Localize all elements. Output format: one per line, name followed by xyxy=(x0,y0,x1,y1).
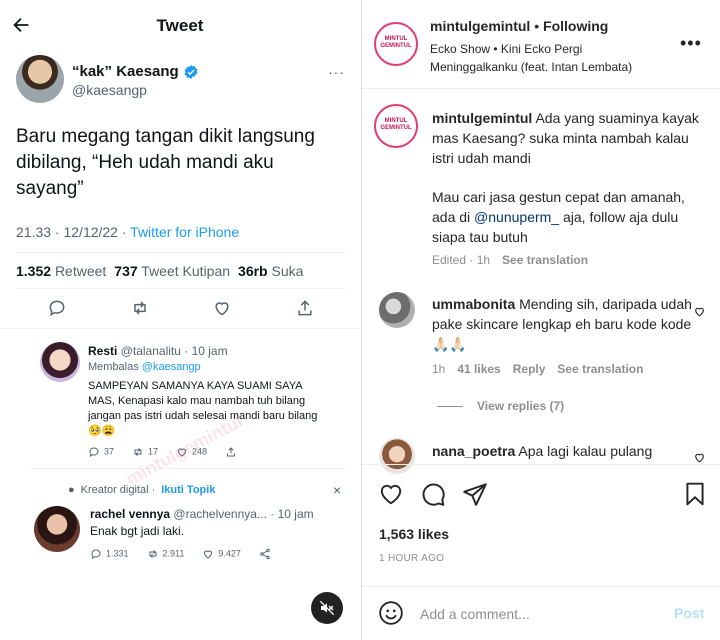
comment: nana_poetra Apa lagi kalau pulang xyxy=(432,443,653,459)
avatar[interactable]: MINTUL GEMINTUL xyxy=(374,22,418,66)
avatar[interactable]: MINTUL GEMINTUL xyxy=(374,104,418,148)
share-icon[interactable] xyxy=(295,298,315,318)
comment-time: 1h xyxy=(432,362,446,376)
like-icon[interactable] xyxy=(212,298,232,318)
likes-count[interactable]: 1,563 likes xyxy=(379,526,449,542)
like-icon[interactable] xyxy=(378,481,404,507)
divider xyxy=(362,586,720,587)
close-icon[interactable]: × xyxy=(333,482,341,498)
reply-retweet-count[interactable]: 2.911 xyxy=(147,548,184,560)
comment: ummabonita Mending sih, daripada udah pa… xyxy=(432,296,692,352)
post-caption-continued: Mau cari jasa gestun cepat dan amanah, a… xyxy=(432,189,685,245)
retweet-icon[interactable] xyxy=(130,298,150,318)
divider xyxy=(437,405,463,407)
reply-avatar[interactable] xyxy=(40,342,80,382)
share-icon[interactable] xyxy=(225,446,237,458)
tweet-text: Baru megang tangan dikit langsung dibila… xyxy=(16,126,315,199)
like-comment-icon[interactable] xyxy=(693,451,706,464)
reply-icon xyxy=(91,549,101,560)
retweet-icon xyxy=(149,550,157,558)
retweet-icon xyxy=(134,448,142,456)
divider xyxy=(0,328,360,329)
author-username[interactable]: mintulgemintul xyxy=(430,18,530,34)
divider xyxy=(16,288,346,289)
view-replies-label: View replies (7) xyxy=(477,399,565,413)
comment-likes[interactable]: 41 likes xyxy=(457,362,500,376)
comment-box: Post xyxy=(362,588,720,640)
account-logo-text: MINTUL GEMINTUL xyxy=(380,118,412,131)
tweet-time: 21.33 · 12/12/22 · xyxy=(16,224,131,240)
reply-reply-count[interactable]: 1.331 xyxy=(90,548,129,560)
post-button[interactable]: Post xyxy=(674,605,704,621)
post-caption: mintulgemintul Ada yang suaminya kayak m… xyxy=(432,110,699,166)
reply-icon xyxy=(89,447,99,458)
tweet-timestamp: 21.33 · 12/12/22 · Twitter for iPhone xyxy=(16,224,239,240)
more-options-icon[interactable]: ··· xyxy=(328,64,345,80)
follow-topic-link[interactable]: Ikuti Topik xyxy=(161,484,215,496)
like-comment-icon[interactable] xyxy=(693,305,706,318)
following-status[interactable]: Following xyxy=(543,18,608,34)
reply-author[interactable]: rachel vennya @rachelvennya... · 10 jam xyxy=(90,507,314,521)
caption-meta: Edited · 1h See translation xyxy=(432,253,588,267)
author-name-text: “kak” Kaesang xyxy=(72,63,179,80)
divider xyxy=(16,252,346,253)
author-handle[interactable]: @kaesangp xyxy=(72,82,147,98)
verified-badge-icon xyxy=(184,64,198,79)
audio-track-link[interactable]: Ecko Show • Kini Ecko Pergi Meninggalkan… xyxy=(430,40,660,76)
replying-to: Membalas @kaesangp xyxy=(88,361,201,373)
mute-icon xyxy=(319,600,335,616)
more-options-icon[interactable]: ••• xyxy=(680,33,702,54)
caption-time: Edited · 1h xyxy=(432,253,491,267)
reply-avatar[interactable] xyxy=(34,506,80,552)
share-icon[interactable] xyxy=(462,481,488,507)
tweet-actions xyxy=(16,298,346,318)
account-logo-text: MINTUL GEMINTUL xyxy=(380,36,412,49)
retweet-count[interactable]: 1.352 Retweet xyxy=(16,263,106,279)
avatar[interactable] xyxy=(379,292,415,328)
reply-author[interactable]: Resti @talanalitu · 10 jam xyxy=(88,344,228,358)
avatar[interactable] xyxy=(379,438,415,474)
comment-icon[interactable] xyxy=(420,481,446,507)
instagram-panel: MINTUL GEMINTUL mintulgemintul • Followi… xyxy=(361,0,720,640)
divider xyxy=(28,468,346,469)
reply-icon[interactable] xyxy=(47,298,67,318)
like-count[interactable]: 36rb Suka xyxy=(238,263,303,279)
comment-input[interactable] xyxy=(420,603,650,625)
see-translation-button[interactable]: See translation xyxy=(557,362,643,376)
author-name[interactable]: “kak” Kaesang xyxy=(72,63,199,80)
comment-username[interactable]: nana_poetra xyxy=(432,443,515,459)
comment-username[interactable]: ummabonita xyxy=(432,296,515,312)
divider xyxy=(362,88,720,89)
tweet-panel: Tweet “kak” Kaesang @kaesangp ··· Baru m… xyxy=(0,0,360,640)
topic-suggestion: ● Kreator digital · Ikuti Topik xyxy=(68,484,216,496)
share-icon[interactable] xyxy=(259,548,271,560)
reply-actions: 1.331 2.911 9.427 xyxy=(90,548,275,560)
post-actions xyxy=(378,481,708,509)
mention-link[interactable]: @nunuperm_ xyxy=(474,209,559,225)
quote-count[interactable]: 737 Tweet Kutipan xyxy=(114,263,230,279)
avatar[interactable] xyxy=(16,55,64,103)
like-icon xyxy=(204,550,213,559)
topic-label: Kreator digital · xyxy=(80,484,156,496)
reply-reply-count[interactable]: 37 xyxy=(88,446,114,458)
caption-username[interactable]: mintulgemintul xyxy=(432,110,532,126)
reply-text: Enak bgt jadi laki. xyxy=(90,524,185,538)
see-translation-button[interactable]: See translation xyxy=(502,253,588,267)
save-icon[interactable] xyxy=(682,481,708,507)
mute-button[interactable] xyxy=(311,592,343,624)
post-author: mintulgemintul • Following xyxy=(430,18,609,34)
reply-button[interactable]: Reply xyxy=(513,362,546,376)
divider xyxy=(362,464,720,465)
comment-meta: 1h 41 likes Reply See translation xyxy=(432,362,643,376)
replying-to-link[interactable]: @kaesangp xyxy=(142,361,201,373)
emoji-icon[interactable] xyxy=(378,600,404,626)
page-title: Tweet xyxy=(156,16,204,35)
reply-like-count[interactable]: 9.427 xyxy=(202,548,241,560)
tweet-stats: 1.352 Retweet 737 Tweet Kutipan 36rb Suk… xyxy=(16,263,303,279)
view-replies-button[interactable]: View replies (7) xyxy=(437,399,564,413)
post-time[interactable]: 1 HOUR AGO xyxy=(379,553,444,564)
tweet-source-link[interactable]: Twitter for iPhone xyxy=(130,224,239,240)
tweet-header: Tweet xyxy=(0,0,360,52)
